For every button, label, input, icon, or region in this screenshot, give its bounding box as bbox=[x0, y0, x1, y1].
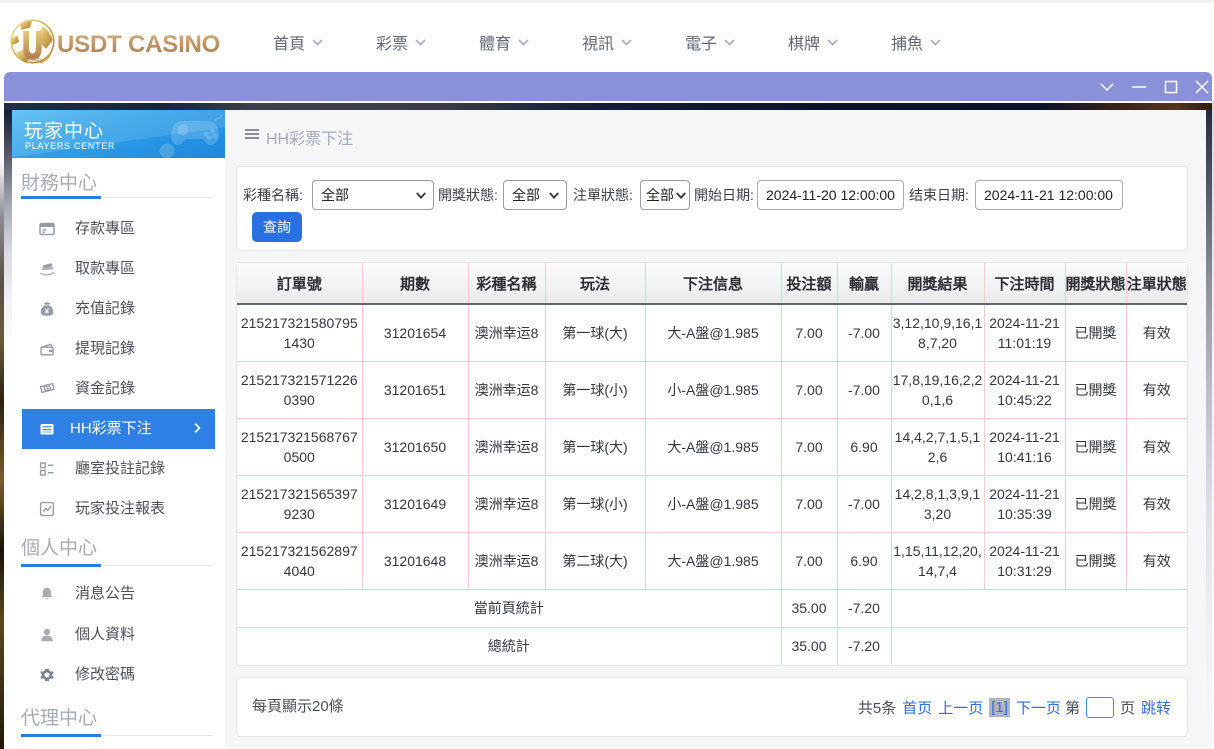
svg-text:CASINO: CASINO bbox=[23, 58, 42, 63]
svg-text:$: $ bbox=[45, 385, 49, 392]
